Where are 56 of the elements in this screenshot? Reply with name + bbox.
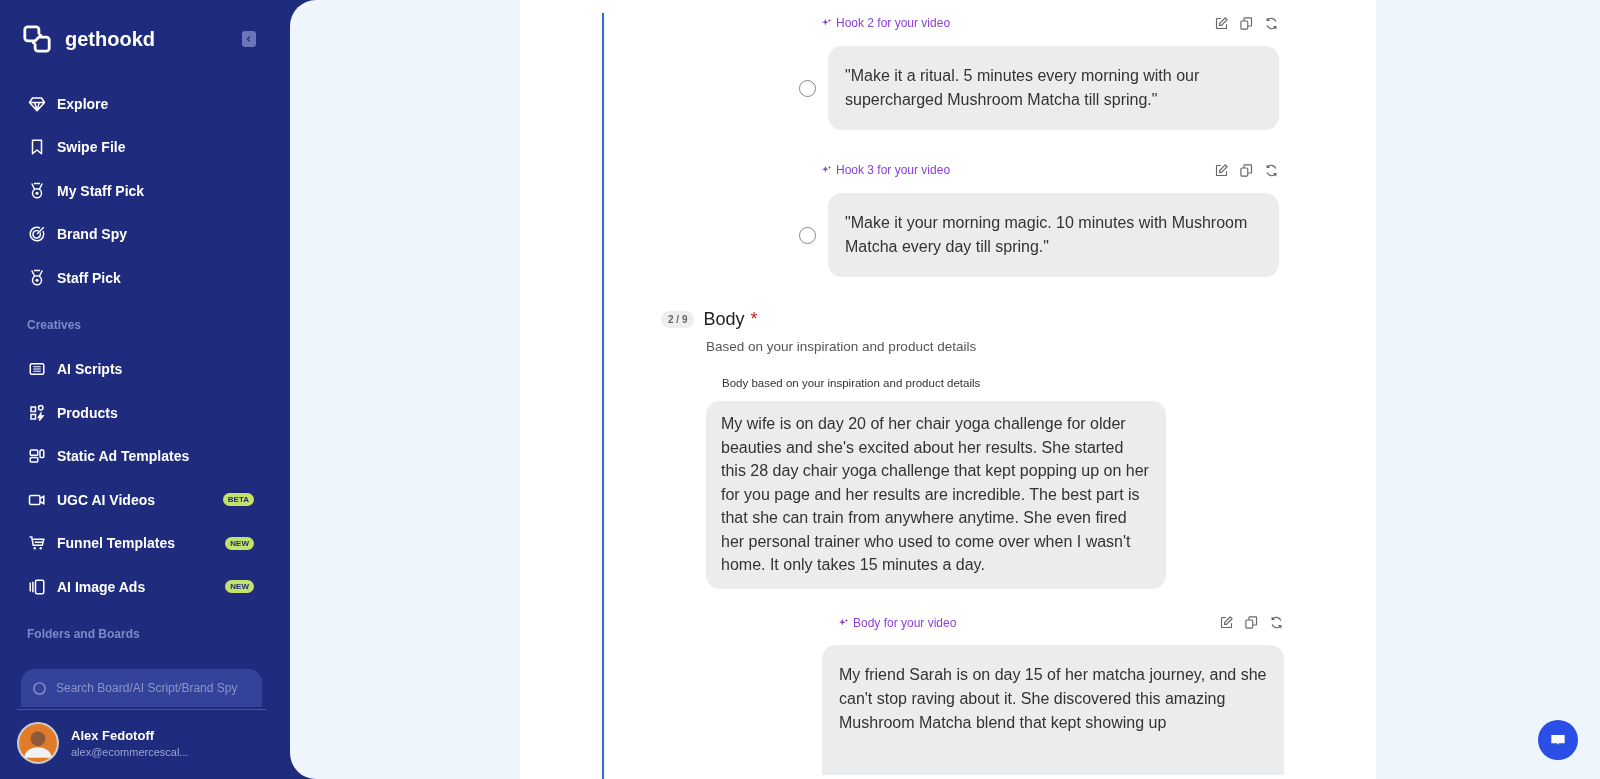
nav-item[interactable]: Swipe File	[0, 125, 290, 169]
hook-label: Hook 3 for your video	[836, 163, 951, 177]
nav-item[interactable]: Explore	[0, 82, 290, 126]
refresh-icon[interactable]	[1269, 615, 1284, 630]
nav-item[interactable]: Funnel Templates NEW	[0, 521, 290, 565]
shapes-icon	[28, 403, 46, 422]
body-label: Body for your video	[853, 615, 957, 630]
body-text-field[interactable]: My friend Sarah is on day 15 of her matcha journey, and she can't stop raving about it. She discovered this amazing Mushroom Matcha blend that kept showing up	[822, 644, 1284, 775]
nav-item[interactable]: Brand Spy	[0, 212, 290, 256]
medal-icon	[28, 181, 46, 200]
required-mark: *	[750, 309, 758, 330]
collapse-sidebar-button[interactable]	[242, 31, 256, 47]
sparkle-icon	[822, 18, 832, 28]
nav-item[interactable]: Products	[0, 391, 290, 435]
source-text-bubble: My wife is on day 20 of her chair yoga challenge for older beauties and she's excited about her results. She started this 28 day chair yoga challenge that kept popping up on her for you page and her results are incredible. The best part is that she can train from anywhere anytime. She even fired her personal trainer who used to come over when I wasn't home. It only takes 15 minutes a day.	[706, 401, 1166, 589]
copy-icon[interactable]	[1244, 615, 1259, 630]
nav-item[interactable]: UGC AI Videos BETA	[0, 478, 290, 522]
nav-item[interactable]: My Staff Pick	[0, 169, 290, 213]
refresh-icon[interactable]	[1264, 162, 1279, 178]
diamond-icon	[28, 94, 46, 113]
hook-text-field[interactable]: "Make it your morning magic. 10 minutes with Mushroom Matcha every day till spring."	[828, 193, 1279, 277]
section-heading: Creatives	[26, 316, 83, 334]
search-field[interactable]: Search Board/AI Script/Brand Spy	[21, 668, 262, 707]
hook-label: Hook 2 for your video	[836, 16, 951, 30]
copy-icon[interactable]	[1239, 162, 1254, 178]
edit-icon[interactable]	[1219, 615, 1234, 630]
user-email: alex@ecommercescal...	[71, 745, 189, 758]
nav-item[interactable]: AI Scripts	[0, 347, 290, 391]
section-title: Body	[703, 309, 745, 330]
avatar[interactable]	[17, 721, 59, 764]
nav-badge: BETA	[222, 493, 254, 507]
medal-icon	[28, 268, 46, 287]
brand-name: gethookd	[65, 27, 155, 51]
nav-badge: NEW	[225, 536, 254, 550]
image-stack-icon	[28, 577, 46, 596]
sparkle-icon	[822, 165, 832, 175]
section-subtitle: Based on your inspiration and product details	[706, 339, 978, 354]
nav-item[interactable]: Static Ad Templates	[0, 434, 290, 478]
layout-icon	[28, 447, 46, 466]
copy-icon[interactable]	[1239, 15, 1254, 31]
edit-icon[interactable]	[1214, 15, 1229, 31]
refresh-icon[interactable]	[1264, 15, 1279, 31]
target-icon	[28, 225, 46, 244]
nav-item[interactable]: Staff Pick	[0, 256, 290, 300]
source-label: Body based on your inspiration and product details	[722, 377, 982, 389]
chevron-left-icon	[245, 35, 253, 43]
section-heading: Folders and Boards	[26, 625, 141, 643]
nav-item[interactable]: AI Image Ads NEW	[0, 565, 290, 609]
chain-link-logo-icon	[22, 24, 52, 54]
sparkle-icon	[839, 617, 849, 628]
nav-badge: NEW	[225, 580, 254, 594]
hook-text-field[interactable]: "Make it a ritual. 5 minutes every morning with our supercharged Mushroom Matcha till spring."	[828, 46, 1279, 130]
chat-button[interactable]	[1538, 720, 1578, 760]
step-badge: 2 / 9	[661, 311, 695, 328]
user-name: Alex Fedotoff	[71, 727, 156, 743]
edit-icon[interactable]	[1214, 162, 1229, 178]
